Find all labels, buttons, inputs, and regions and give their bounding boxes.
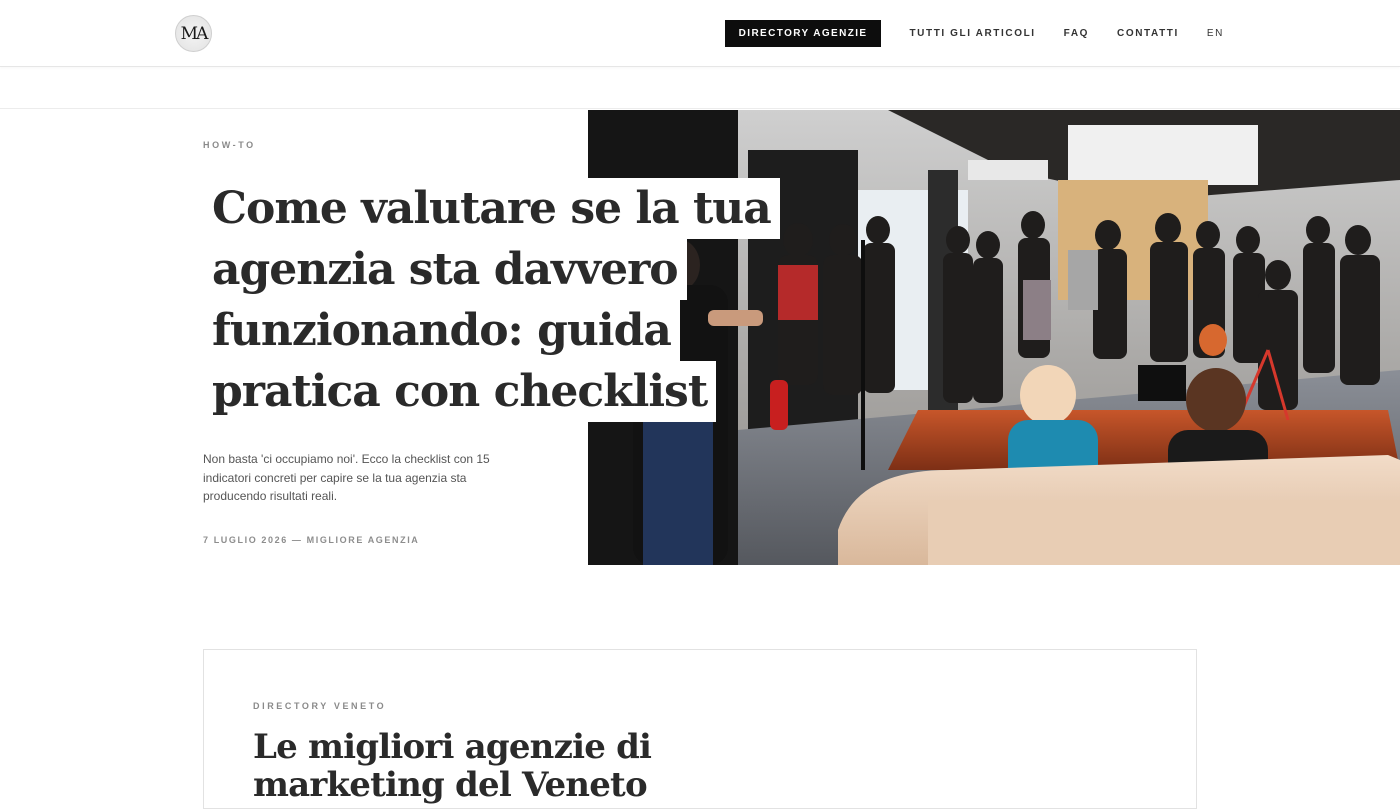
language-switch-link[interactable]: EN [1207, 28, 1224, 39]
card-category: DIRECTORY VENETO [253, 701, 387, 711]
site-header: MA DIRECTORY AGENZIE TUTTI GLI ARTICOLI … [0, 0, 1400, 67]
article-excerpt: Non basta 'ci occupiamo noi'. Ecco la ch… [203, 452, 490, 503]
logo-text: MA [180, 23, 209, 44]
title-line-2: agenzia sta davvero [203, 239, 687, 300]
main-nav: DIRECTORY AGENZIE TUTTI GLI ARTICOLI FAQ… [724, 20, 1224, 47]
article-category[interactable]: HOW-TO [203, 140, 256, 150]
directory-card[interactable]: DIRECTORY VENETO Le migliori agenzie di … [203, 649, 1197, 809]
nav-directory-agenzie-button[interactable]: DIRECTORY AGENZIE [724, 20, 882, 47]
title-line-3: funzionando: guida [203, 300, 680, 361]
article-title[interactable]: Come valutare se la tua agenzia sta davv… [203, 178, 780, 422]
nav-faq-link[interactable]: FAQ [1064, 28, 1089, 39]
card-title[interactable]: Le migliori agenzie di marketing del Ven… [253, 728, 813, 804]
site-logo[interactable]: MA [175, 15, 212, 52]
nav-contatti-link[interactable]: CONTATTI [1117, 28, 1179, 39]
nav-tutti-gli-articoli-link[interactable]: TUTTI GLI ARTICOLI [909, 28, 1035, 39]
article-meta: 7 LUGLIO 2026 — MIGLIORE AGENZIA [203, 535, 420, 545]
title-line-4: pratica con checklist [203, 361, 717, 422]
section-divider [0, 108, 1400, 109]
title-line-1: Come valutare se la tua [203, 178, 780, 239]
